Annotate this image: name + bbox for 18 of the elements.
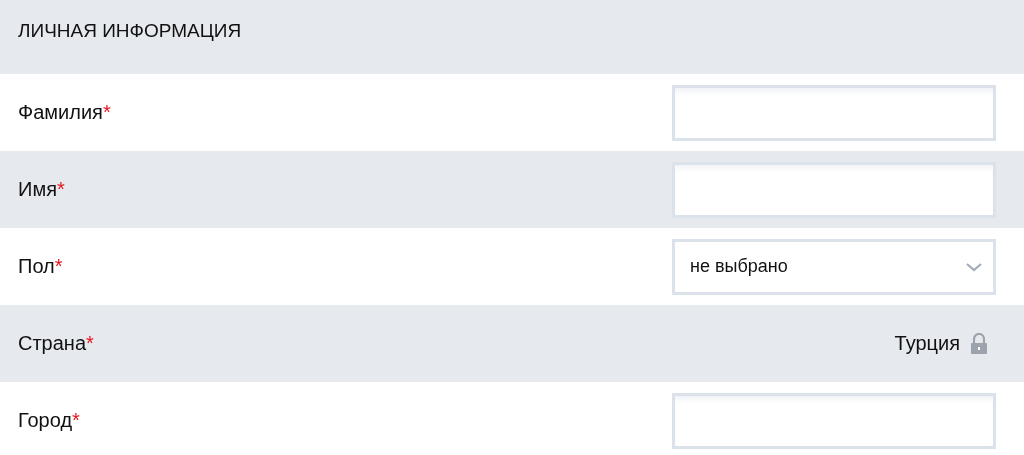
input-field[interactable] [672,392,996,449]
chevron-down-icon [965,260,983,273]
required-mark: * [56,178,65,201]
required-mark: * [72,409,80,432]
field-label: Страна [18,332,87,355]
required-mark: * [102,101,111,124]
input-field[interactable] [672,84,996,141]
field-label: Фамилия [18,101,103,124]
required-mark: * [54,255,63,278]
field-label: Город [18,409,73,432]
select-dropdown[interactable]: не выбрано [672,238,996,295]
field-label: Пол [18,255,55,278]
lock-icon [970,332,988,355]
required-mark: * [86,332,94,355]
section-title: ЛИЧНАЯ ИНФОРМАЦИЯ [18,20,242,42]
field-value: Турция [894,332,960,355]
field-label: Имя [18,178,57,201]
input-field[interactable] [672,161,996,218]
